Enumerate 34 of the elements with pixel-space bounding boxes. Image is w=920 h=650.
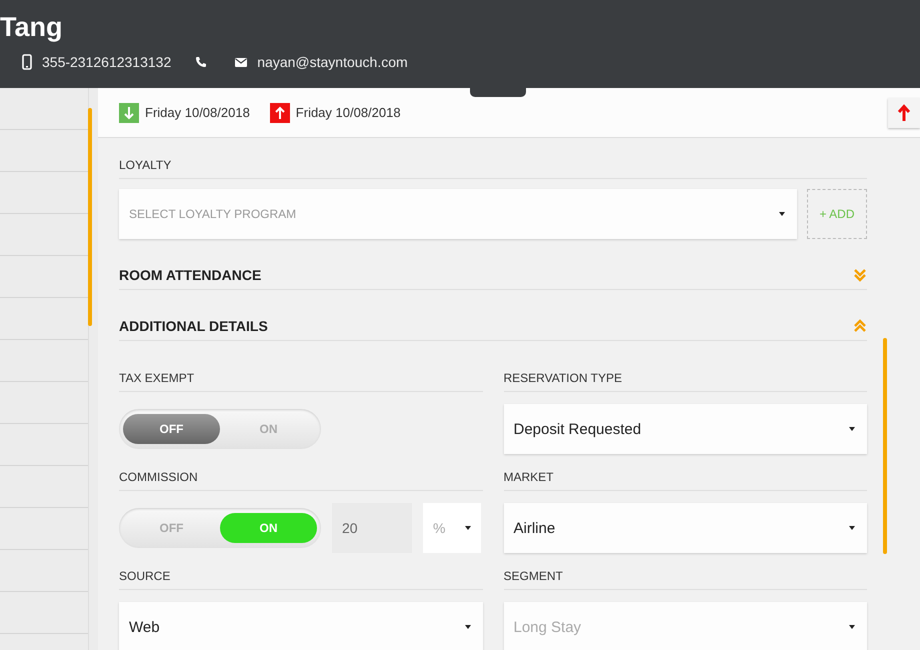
dropdown-select[interactable]: Airline: [504, 503, 867, 553]
guest-name: Tang: [0, 12, 64, 42]
field-label: SOURCE: [119, 569, 482, 590]
loyalty-select[interactable]: SELECT LOYALTY PROGRAM: [119, 189, 797, 239]
caret-icon: [779, 212, 785, 216]
dropdown-select[interactable]: Deposit Requested: [504, 404, 867, 454]
date-text: Friday 10/08/2018: [296, 105, 401, 120]
caret-icon: [849, 625, 855, 629]
email-address: nayan@stayntouch.com: [257, 54, 408, 70]
date-text: Friday 10/08/2018: [145, 105, 250, 120]
section-title: ROOM ATTENDANCE: [119, 267, 262, 283]
unit-select[interactable]: %: [423, 503, 481, 553]
drawer-handle[interactable]: [470, 88, 526, 97]
add-button[interactable]: + ADD: [807, 189, 867, 239]
amount-field[interactable]: 20: [332, 503, 412, 553]
field-label: TAX EXEMPT: [119, 371, 482, 392]
up-arrow-icon: [897, 104, 911, 122]
section-title: ADDITIONAL DETAILS: [119, 318, 268, 334]
caret-icon: [849, 526, 855, 530]
toggle-switch[interactable]: OFF ON: [119, 409, 321, 449]
mobile-phone-icon: [22, 54, 32, 70]
field-label: RESERVATION TYPE: [504, 371, 867, 392]
phone-number: 355-2312612313132: [42, 54, 172, 70]
field-label: MARKET: [504, 470, 867, 491]
mail-icon: [235, 58, 248, 66]
phone-icon: [195, 56, 208, 68]
caret-icon: [849, 427, 855, 431]
dropdown-select[interactable]: Web: [119, 602, 482, 650]
toggle-switch[interactable]: OFF ON: [119, 508, 321, 548]
scroll-up-button[interactable]: [888, 98, 920, 128]
field-label: SEGMENT: [504, 569, 867, 590]
caret-icon: [464, 625, 470, 629]
field-label: COMMISSION: [119, 470, 482, 491]
field-label: LOYALTY: [119, 158, 867, 179]
